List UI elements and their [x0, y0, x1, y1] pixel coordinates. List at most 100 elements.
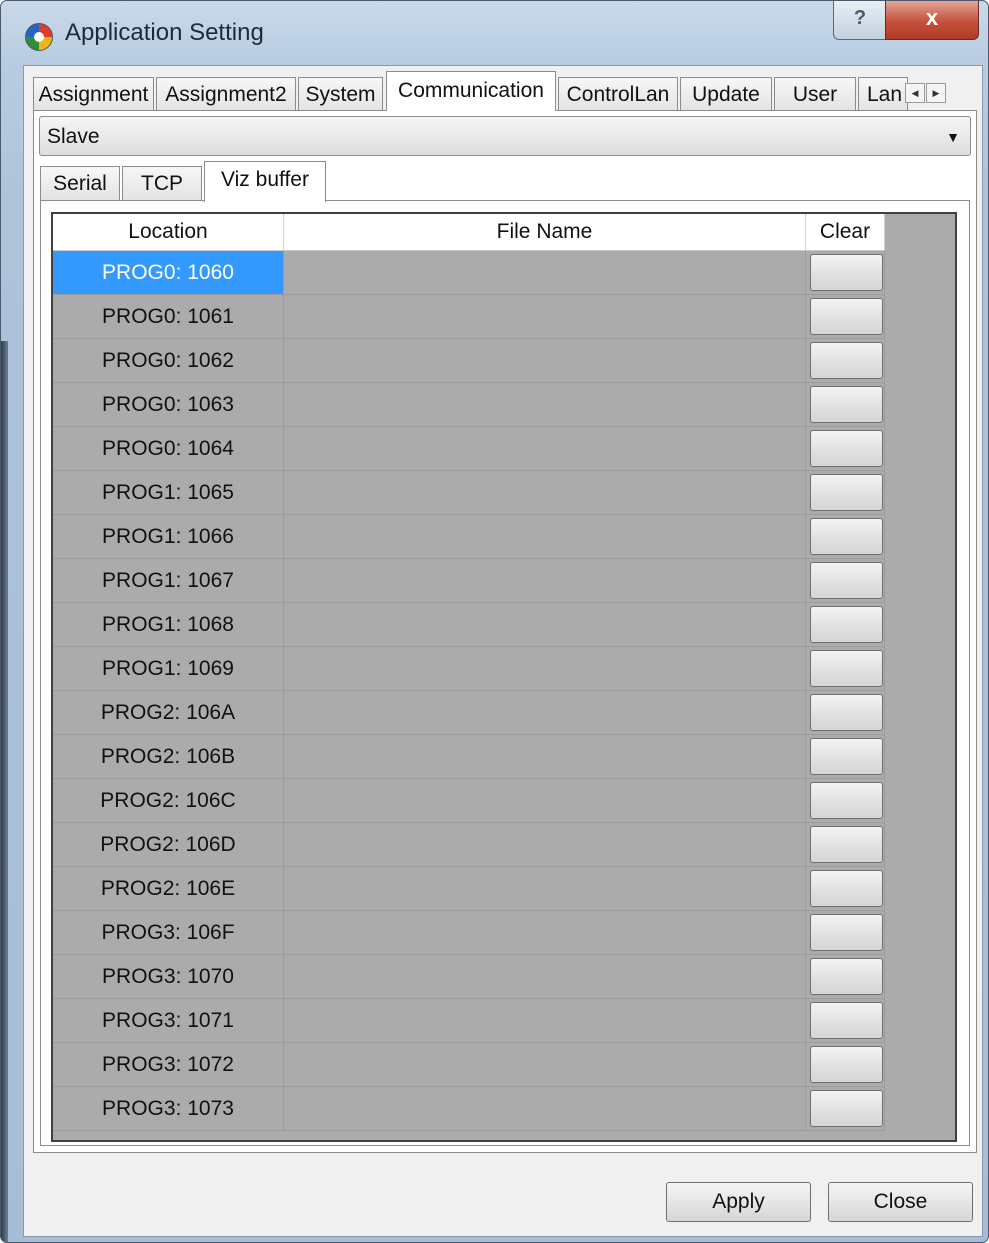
file-name-cell[interactable] [284, 1043, 806, 1086]
table-row[interactable]: PROG2: 106A [53, 691, 885, 735]
column-header-file-name[interactable]: File Name [284, 214, 806, 250]
location-cell[interactable]: PROG3: 1072 [53, 1043, 284, 1086]
file-name-cell[interactable] [284, 647, 806, 690]
location-cell[interactable]: PROG2: 106B [53, 735, 284, 778]
tab-assignment2[interactable]: Assignment2 [156, 77, 296, 110]
location-cell[interactable]: PROG3: 1070 [53, 955, 284, 998]
file-name-cell[interactable] [284, 1087, 806, 1130]
clear-button[interactable] [810, 1046, 883, 1083]
location-cell[interactable]: PROG3: 1071 [53, 999, 284, 1042]
table-row[interactable]: PROG3: 1072 [53, 1043, 885, 1087]
clear-button[interactable] [810, 430, 883, 467]
table-row[interactable]: PROG1: 1068 [53, 603, 885, 647]
table-row[interactable]: PROG3: 106F [53, 911, 885, 955]
clear-button[interactable] [810, 562, 883, 599]
tab-assignment[interactable]: Assignment [33, 77, 154, 110]
clear-button[interactable] [810, 386, 883, 423]
file-name-cell[interactable] [284, 867, 806, 910]
file-name-cell[interactable] [284, 383, 806, 426]
location-cell[interactable]: PROG2: 106A [53, 691, 284, 734]
tab-serial[interactable]: Serial [40, 166, 120, 201]
column-header-clear[interactable]: Clear [806, 214, 885, 250]
location-cell[interactable]: PROG0: 1064 [53, 427, 284, 470]
mode-select[interactable]: Slave ▼ [39, 116, 971, 156]
file-name-cell[interactable] [284, 911, 806, 954]
clear-button[interactable] [810, 914, 883, 951]
location-cell[interactable]: PROG3: 1073 [53, 1087, 284, 1130]
location-cell[interactable]: PROG2: 106E [53, 867, 284, 910]
file-name-cell[interactable] [284, 251, 806, 294]
tab-tcp[interactable]: TCP [122, 166, 202, 201]
location-cell[interactable]: PROG3: 106F [53, 911, 284, 954]
table-row[interactable]: PROG1: 1069 [53, 647, 885, 691]
file-name-cell[interactable] [284, 515, 806, 558]
table-row[interactable]: PROG3: 1071 [53, 999, 885, 1043]
clear-button[interactable] [810, 254, 883, 291]
clear-button[interactable] [810, 958, 883, 995]
tab-update[interactable]: Update [680, 77, 772, 110]
location-cell[interactable]: PROG2: 106C [53, 779, 284, 822]
file-name-cell[interactable] [284, 603, 806, 646]
file-name-cell[interactable] [284, 779, 806, 822]
clear-button[interactable] [810, 1090, 883, 1127]
location-cell[interactable]: PROG1: 1069 [53, 647, 284, 690]
file-name-cell[interactable] [284, 339, 806, 382]
location-cell[interactable]: PROG1: 1066 [53, 515, 284, 558]
clear-button[interactable] [810, 606, 883, 643]
tab-system[interactable]: System [298, 77, 383, 110]
file-name-cell[interactable] [284, 955, 806, 998]
table-row[interactable]: PROG2: 106D [53, 823, 885, 867]
location-cell[interactable]: PROG1: 1068 [53, 603, 284, 646]
clear-button[interactable] [810, 1002, 883, 1039]
clear-button[interactable] [810, 474, 883, 511]
file-name-cell[interactable] [284, 999, 806, 1042]
clear-button[interactable] [810, 518, 883, 555]
file-name-cell[interactable] [284, 295, 806, 338]
table-row[interactable]: PROG0: 1063 [53, 383, 885, 427]
tab-communication[interactable]: Communication [386, 71, 556, 111]
table-row[interactable]: PROG0: 1060 [53, 251, 885, 295]
location-cell[interactable]: PROG1: 1067 [53, 559, 284, 602]
clear-button[interactable] [810, 738, 883, 775]
file-name-cell[interactable] [284, 559, 806, 602]
close-button[interactable]: Close [828, 1182, 973, 1222]
clear-button[interactable] [810, 342, 883, 379]
location-cell[interactable]: PROG1: 1065 [53, 471, 284, 514]
file-name-cell[interactable] [284, 691, 806, 734]
table-row[interactable]: PROG2: 106B [53, 735, 885, 779]
table-row[interactable]: PROG1: 1067 [53, 559, 885, 603]
table-row[interactable]: PROG0: 1061 [53, 295, 885, 339]
clear-button[interactable] [810, 298, 883, 335]
location-cell[interactable]: PROG2: 106D [53, 823, 284, 866]
table-row[interactable]: PROG0: 1064 [53, 427, 885, 471]
location-cell[interactable]: PROG0: 1061 [53, 295, 284, 338]
table-row[interactable]: PROG2: 106C [53, 779, 885, 823]
location-cell[interactable]: PROG0: 1063 [53, 383, 284, 426]
tab-scroll-right-icon[interactable]: ▶ [926, 83, 946, 103]
location-cell[interactable]: PROG0: 1060 [53, 251, 284, 294]
column-header-location[interactable]: Location [53, 214, 284, 250]
viz-buffer-grid[interactable]: Location File Name Clear PROG0: 1060 PROG… [51, 212, 957, 1142]
tab-user[interactable]: User [774, 77, 856, 110]
tab-scroll-left-icon[interactable]: ◀ [905, 83, 925, 103]
clear-button[interactable] [810, 870, 883, 907]
help-button[interactable]: ? [833, 1, 887, 40]
table-row[interactable]: PROG0: 1062 [53, 339, 885, 383]
tab-viz-buffer[interactable]: Viz buffer [204, 161, 326, 202]
clear-button[interactable] [810, 826, 883, 863]
table-row[interactable]: PROG3: 1073 [53, 1087, 885, 1131]
clear-button[interactable] [810, 650, 883, 687]
tab-controllan[interactable]: ControlLan [558, 77, 678, 110]
tab-lan[interactable]: Lan [858, 77, 908, 110]
file-name-cell[interactable] [284, 471, 806, 514]
table-row[interactable]: PROG3: 1070 [53, 955, 885, 999]
location-cell[interactable]: PROG0: 1062 [53, 339, 284, 382]
title-bar[interactable]: Application Setting ? x [1, 1, 988, 65]
file-name-cell[interactable] [284, 823, 806, 866]
file-name-cell[interactable] [284, 735, 806, 778]
table-row[interactable]: PROG2: 106E [53, 867, 885, 911]
clear-button[interactable] [810, 694, 883, 731]
table-row[interactable]: PROG1: 1065 [53, 471, 885, 515]
clear-button[interactable] [810, 782, 883, 819]
table-row[interactable]: PROG1: 1066 [53, 515, 885, 559]
